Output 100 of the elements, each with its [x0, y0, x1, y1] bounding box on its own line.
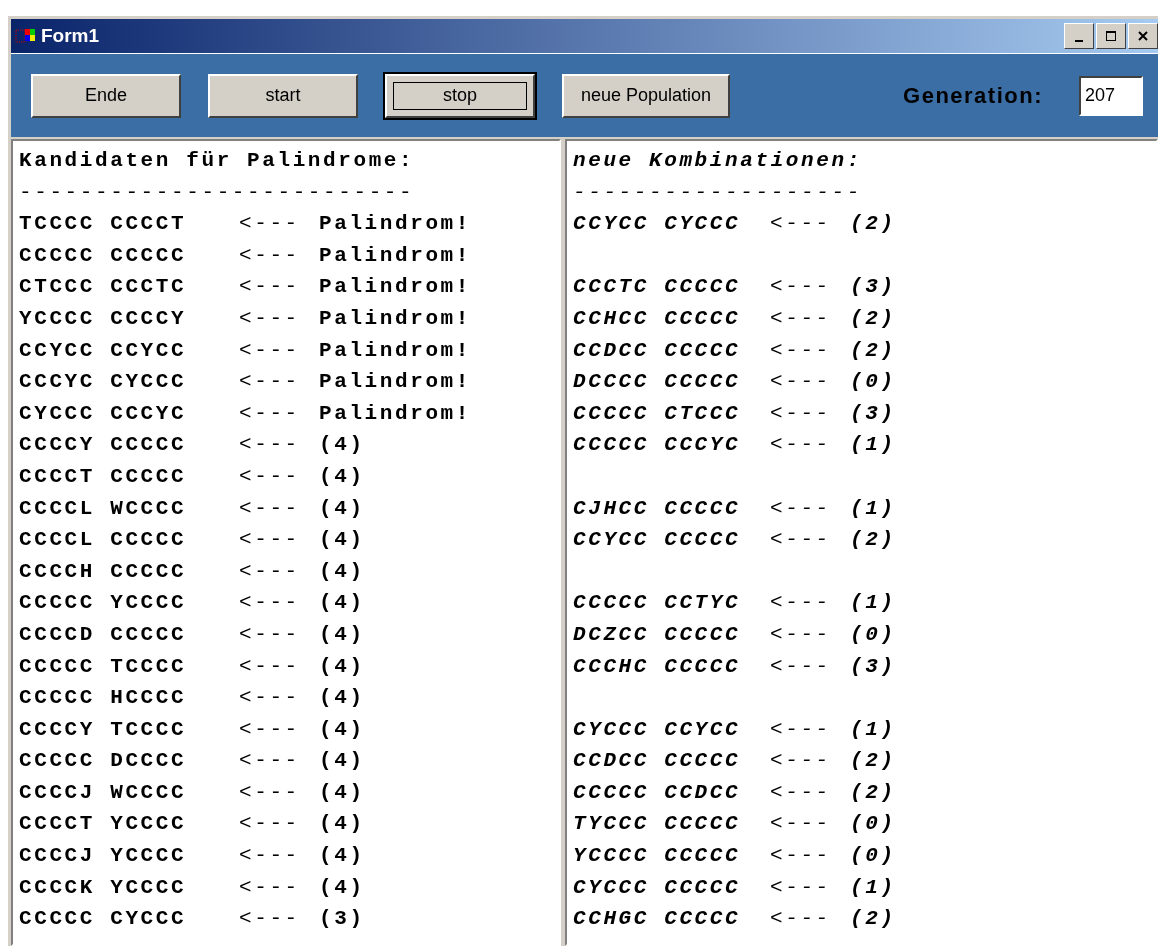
result-text: Palindrom!: [319, 274, 472, 301]
arrow-text: <---: [239, 400, 301, 427]
arrow-text: <---: [239, 874, 301, 901]
sequence-text: CCCCC TCCCC: [19, 653, 188, 680]
pane-heading: Kandidaten für Palindrome:: [19, 148, 415, 174]
pane-heading: neue Kombinationen:: [573, 148, 862, 174]
sequence-text: CCCCC CYCCC: [19, 906, 188, 933]
result-text: (1): [850, 716, 896, 743]
window-title: Form1: [41, 25, 100, 47]
arrow-text: <---: [239, 242, 301, 269]
arrow-text: <---: [239, 653, 301, 680]
result-text: (4): [319, 748, 365, 775]
arrow-text: <---: [239, 432, 301, 459]
generation-field[interactable]: 207: [1079, 75, 1143, 116]
result-text: (4): [319, 463, 365, 490]
sequence-text: CCYCC CYCCC: [573, 211, 742, 238]
arrow-text: <---: [239, 463, 301, 490]
result-text: (4): [319, 685, 365, 712]
maximize-icon: [1105, 30, 1117, 42]
minimize-icon: [1075, 40, 1083, 42]
result-text: (3): [850, 653, 896, 680]
result-text: Palindrom!: [319, 337, 472, 364]
sequence-text: CCCCL WCCCC: [19, 495, 188, 522]
result-text: (2): [850, 337, 896, 364]
command-button[interactable]: neue Population: [562, 73, 730, 118]
result-text: Palindrom!: [319, 211, 472, 238]
arrow-text: <---: [239, 211, 301, 238]
arrow-text: <---: [770, 906, 832, 933]
sequence-text: CCDCC CCCCC: [573, 337, 742, 364]
sequence-text: CCCCT CCCCC: [19, 463, 188, 490]
result-text: (4): [319, 590, 365, 617]
close-icon: [1137, 30, 1149, 42]
arrow-text: <---: [770, 843, 832, 870]
command-button[interactable]: start: [208, 73, 358, 118]
result-text: (4): [319, 716, 365, 743]
arrow-text: <---: [770, 495, 832, 522]
result-text: (1): [850, 590, 896, 617]
sequence-text: CCHCC CCCCC: [573, 305, 742, 332]
arrow-text: <---: [239, 274, 301, 301]
sequence-text: CCCCH CCCCC: [19, 558, 188, 585]
generation-label: Generation:: [903, 82, 1043, 109]
arrow-text: <---: [239, 369, 301, 396]
sequence-text: CYCCC CCYCC: [573, 716, 742, 743]
sequence-text: CCCCC CCTYC: [573, 590, 742, 617]
arrow-text: <---: [239, 527, 301, 554]
arrow-text: <---: [239, 811, 301, 838]
sequence-text: CCCCJ WCCCC: [19, 779, 188, 806]
arrow-text: <---: [239, 843, 301, 870]
arrow-text: <---: [770, 874, 832, 901]
sequence-text: CYCCC CCCCC: [573, 874, 742, 901]
result-text: Palindrom!: [319, 305, 472, 332]
arrow-text: <---: [770, 527, 832, 554]
result-text: (4): [319, 653, 365, 680]
command-button[interactable]: stop: [385, 73, 535, 118]
minimize-button[interactable]: [1064, 23, 1094, 49]
sequence-text: CCCCC YCCCC: [19, 590, 188, 617]
sequence-text: DCCCC CCCCC: [573, 369, 742, 396]
result-text: (4): [319, 621, 365, 648]
arrow-text: <---: [770, 748, 832, 775]
command-button[interactable]: Ende: [31, 73, 181, 118]
arrow-text: <---: [770, 716, 832, 743]
sequence-text: CCCHC CCCCC: [573, 653, 742, 680]
result-text: (0): [850, 369, 896, 396]
sequence-text: CCCCD CCCCC: [19, 621, 188, 648]
result-text: Palindrom!: [319, 369, 472, 396]
sequence-text: CCCCJ YCCCC: [19, 843, 188, 870]
sequence-text: YCCCC CCCCC: [573, 843, 742, 870]
sequence-text: CTCCC CCCTC: [19, 274, 188, 301]
sequence-text: CCCCC CCCCC: [19, 242, 188, 269]
result-text: (3): [850, 274, 896, 301]
arrow-text: <---: [770, 211, 832, 238]
sequence-text: CCCCY TCCCC: [19, 716, 188, 743]
sequence-text: CCCCL CCCCC: [19, 527, 188, 554]
result-text: (0): [850, 811, 896, 838]
result-text: Palindrom!: [319, 400, 472, 427]
arrow-text: <---: [239, 779, 301, 806]
sequence-text: CCYCC CCYCC: [19, 337, 188, 364]
sequence-text: DCZCC CCCCC: [573, 621, 742, 648]
result-text: (4): [319, 779, 365, 806]
sequence-text: CCCCK YCCCC: [19, 874, 188, 901]
sequence-text: CCYCC CCCCC: [573, 527, 742, 554]
result-text: (1): [850, 874, 896, 901]
sequence-text: CCDCC CCCCC: [573, 748, 742, 775]
sequence-text: TYCCC CCCCC: [573, 811, 742, 838]
result-text: (2): [850, 748, 896, 775]
result-text: (1): [850, 495, 896, 522]
sequence-text: CYCCC CCCYC: [19, 400, 188, 427]
sequence-text: CCCCC HCCCC: [19, 685, 188, 712]
arrow-text: <---: [770, 337, 832, 364]
arrow-text: <---: [770, 274, 832, 301]
sequence-text: CCHGC CCCCC: [573, 906, 742, 933]
sequence-text: CCCCY CCCCC: [19, 432, 188, 459]
close-button[interactable]: [1128, 23, 1158, 49]
arrow-text: <---: [770, 621, 832, 648]
arrow-text: <---: [770, 811, 832, 838]
maximize-button[interactable]: [1096, 23, 1126, 49]
arrow-text: <---: [770, 590, 832, 617]
sequence-text: CCCCC CCCYC: [573, 432, 742, 459]
result-text: (3): [850, 400, 896, 427]
result-text: (3): [319, 906, 365, 933]
